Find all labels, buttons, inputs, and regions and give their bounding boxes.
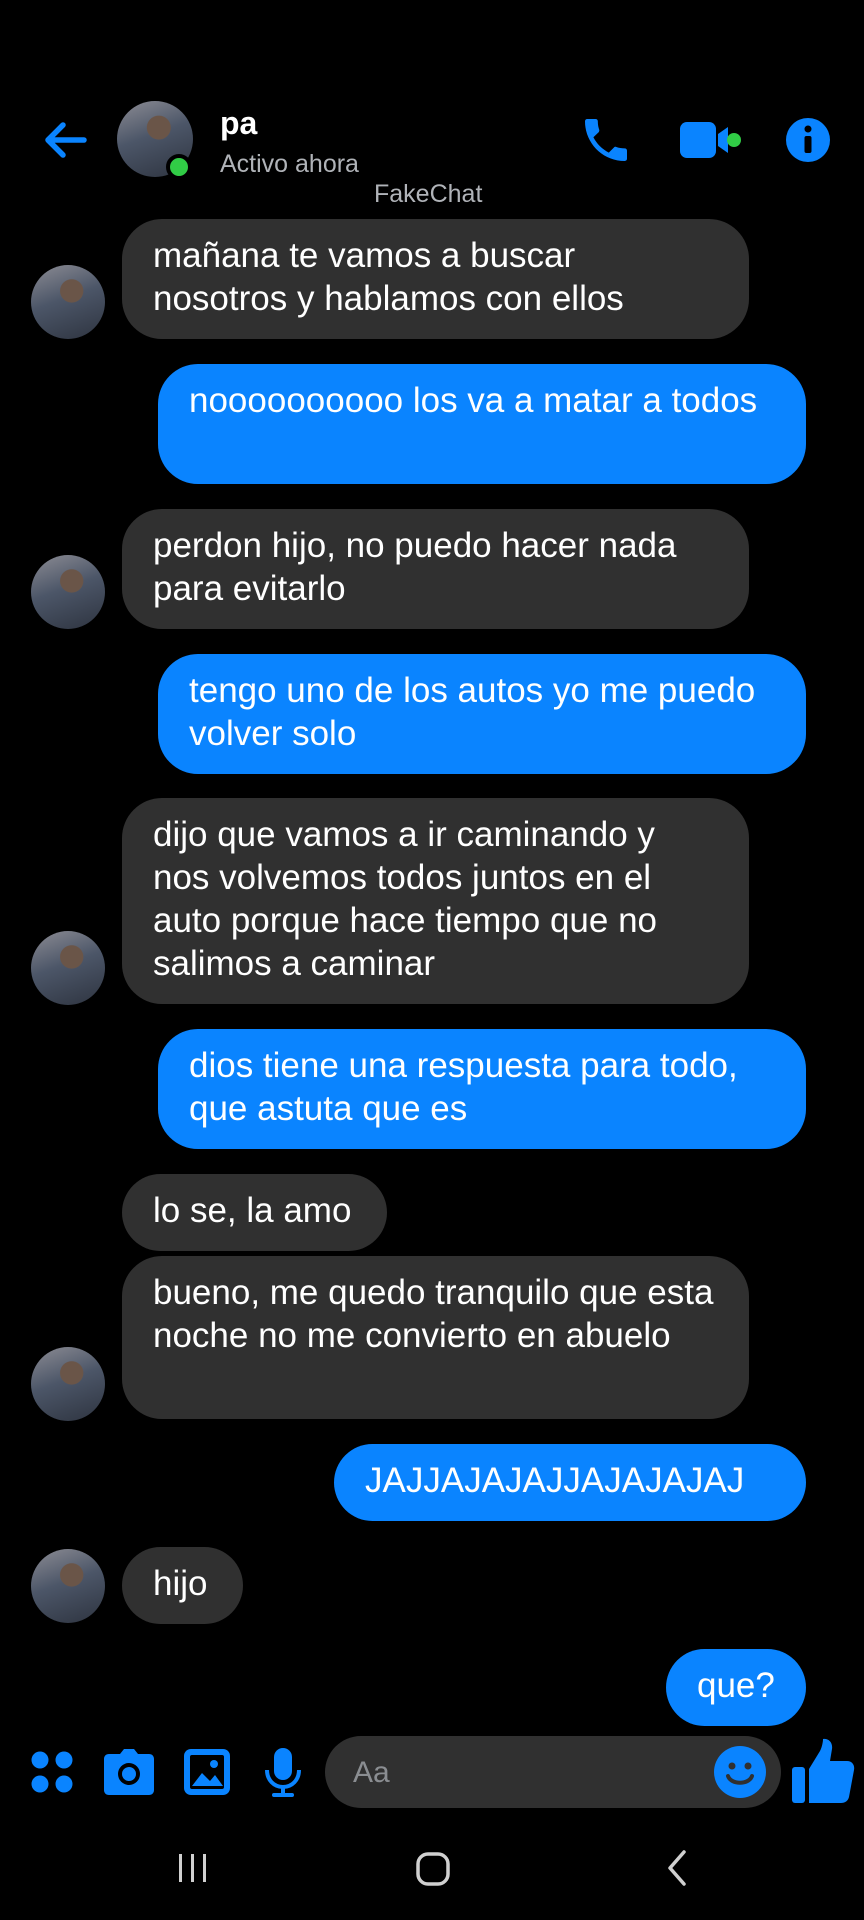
contact-avatar-small[interactable] [31,931,105,1005]
message-sent[interactable]: que? [666,1649,806,1726]
microphone-icon[interactable] [263,1748,303,1798]
gallery-icon[interactable] [183,1748,231,1796]
phone-icon[interactable] [578,112,634,168]
message-received[interactable]: lo se, la amo [122,1174,387,1251]
home-icon[interactable] [414,1848,452,1888]
camera-icon[interactable] [103,1748,155,1796]
info-icon[interactable] [784,112,832,168]
watermark-label: FakeChat [374,180,483,208]
message-received[interactable]: perdon hijo, no puedo hacer nada para ev… [122,509,749,629]
message-input[interactable] [351,1736,685,1810]
message-sent[interactable]: dios tiene una respuesta para todo, que … [158,1029,806,1149]
emoji-icon[interactable] [713,1745,767,1799]
back-arrow-icon[interactable] [40,115,90,165]
message-sent[interactable]: JAJJAJAJAJJAJAJAJAJ [334,1444,806,1521]
contact-avatar-small[interactable] [31,555,105,629]
contact-avatar-small[interactable] [31,1347,105,1421]
message-received[interactable]: hijo [122,1547,243,1624]
back-icon[interactable] [664,1848,690,1888]
message-received[interactable]: bueno, me quedo tranquilo que esta noche… [122,1256,749,1419]
online-indicator [166,154,192,180]
contact-avatar-small[interactable] [31,265,105,339]
video-call-icon[interactable] [678,112,742,168]
contact-status: Activo ahora [220,150,359,178]
chat-header: pa Activo ahora FakeChat [0,0,864,208]
contact-avatar-small[interactable] [31,1549,105,1623]
contact-name[interactable]: pa [220,105,257,142]
thumbs-up-icon[interactable] [790,1737,856,1805]
message-received[interactable]: dijo que vamos a ir caminando y nos volv… [122,798,749,1004]
message-sent[interactable]: tengo uno de los autos yo me puedo volve… [158,654,806,774]
apps-icon[interactable] [28,1748,76,1796]
message-received[interactable]: mañana te vamos a buscar nosotros y habl… [122,219,749,339]
message-sent[interactable]: noooooooooo los va a matar a todos [158,364,806,484]
recent-apps-icon[interactable] [176,1848,210,1888]
